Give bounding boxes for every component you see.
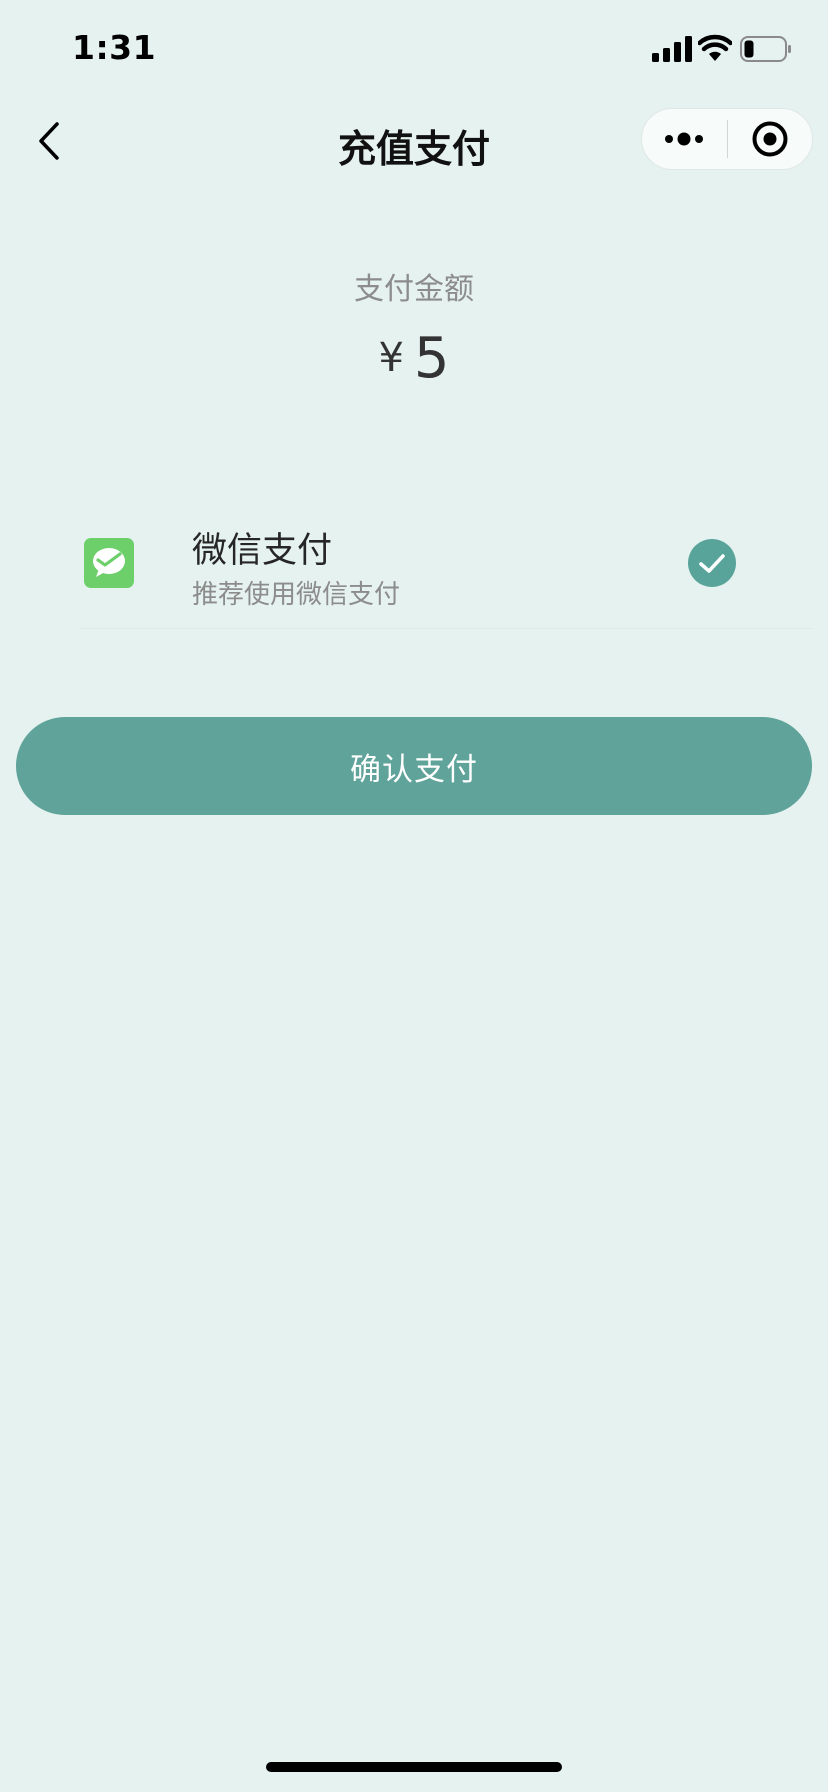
payment-method-description: 推荐使用微信支付 bbox=[192, 580, 401, 610]
payment-method-name: 微信支付 bbox=[192, 531, 333, 571]
close-mini-program-button[interactable] bbox=[728, 109, 813, 169]
payment-option-wechat[interactable]: 微信支付 推荐使用微信支付 bbox=[80, 510, 812, 629]
status-time: 1:31 bbox=[72, 28, 157, 67]
confirm-payment-button[interactable]: 确认支付 bbox=[16, 717, 812, 815]
home-indicator bbox=[266, 1762, 562, 1772]
amount-number: 5 bbox=[413, 326, 450, 391]
check-circle-icon[interactable] bbox=[687, 538, 737, 588]
battery-icon bbox=[740, 36, 791, 62]
more-dots-icon bbox=[665, 132, 704, 146]
target-circle-icon bbox=[752, 121, 788, 157]
navigation-bar: 充值支付 bbox=[0, 100, 828, 182]
more-button[interactable] bbox=[642, 109, 727, 169]
currency-symbol: ¥ bbox=[378, 335, 404, 381]
cellular-signal-icon bbox=[652, 36, 692, 62]
amount-value: ¥5 bbox=[0, 326, 828, 391]
wifi-icon bbox=[698, 34, 732, 61]
status-bar: 1:31 bbox=[0, 0, 828, 100]
amount-label: 支付金额 bbox=[354, 272, 474, 307]
wechat-pay-icon bbox=[84, 538, 134, 588]
mini-program-capsule bbox=[641, 108, 813, 170]
